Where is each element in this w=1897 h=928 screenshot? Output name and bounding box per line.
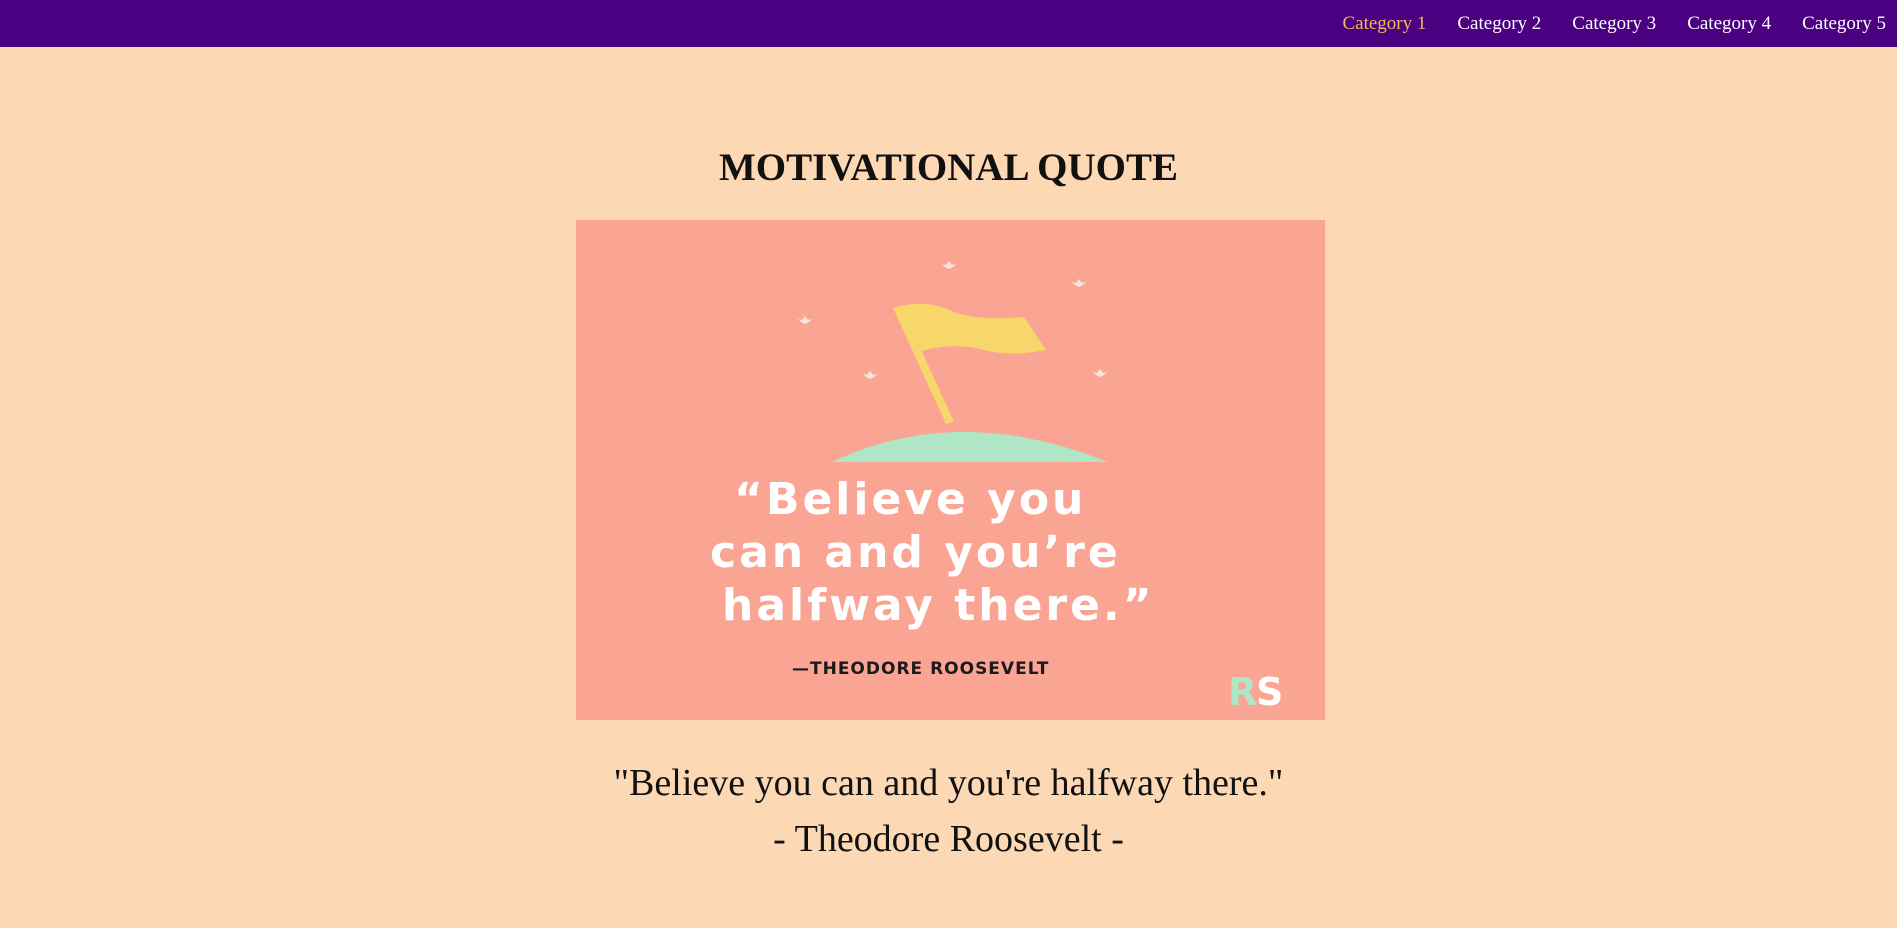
logo-r: R — [1228, 670, 1257, 714]
nav-item-category-1[interactable]: Category 1 — [1342, 13, 1426, 35]
poster-quote-line-2: can and you’re — [710, 527, 1121, 578]
nav-item-category-3[interactable]: Category 3 — [1572, 13, 1656, 35]
quote-poster-image: “Believe you can and you’re halfway ther… — [576, 220, 1325, 720]
quote-author: - Theodore Roosevelt - — [773, 818, 1124, 860]
nav-item-category-2[interactable]: Category 2 — [1457, 13, 1541, 35]
nav-item-category-5[interactable]: Category 5 — [1802, 13, 1886, 35]
poster-quote-line-3: halfway there.” — [722, 580, 1155, 631]
top-navigation: Category 1 Category 2 Category 3 Categor… — [0, 0, 1897, 47]
poster-quote-line-1: “Believe you — [734, 474, 1086, 525]
quote-text: "Believe you can and you're halfway ther… — [613, 762, 1284, 804]
nav-menu: Category 1 Category 2 Category 3 Categor… — [1342, 0, 1897, 47]
rs-logo: R S — [1228, 670, 1283, 714]
poster-background — [576, 220, 1325, 720]
page-title: MOTIVATIONAL QUOTE — [718, 146, 1179, 189]
nav-item-category-4[interactable]: Category 4 — [1687, 13, 1771, 35]
poster-attribution: —THEODORE ROOSEVELT — [792, 659, 1049, 679]
logo-s: S — [1256, 670, 1283, 714]
